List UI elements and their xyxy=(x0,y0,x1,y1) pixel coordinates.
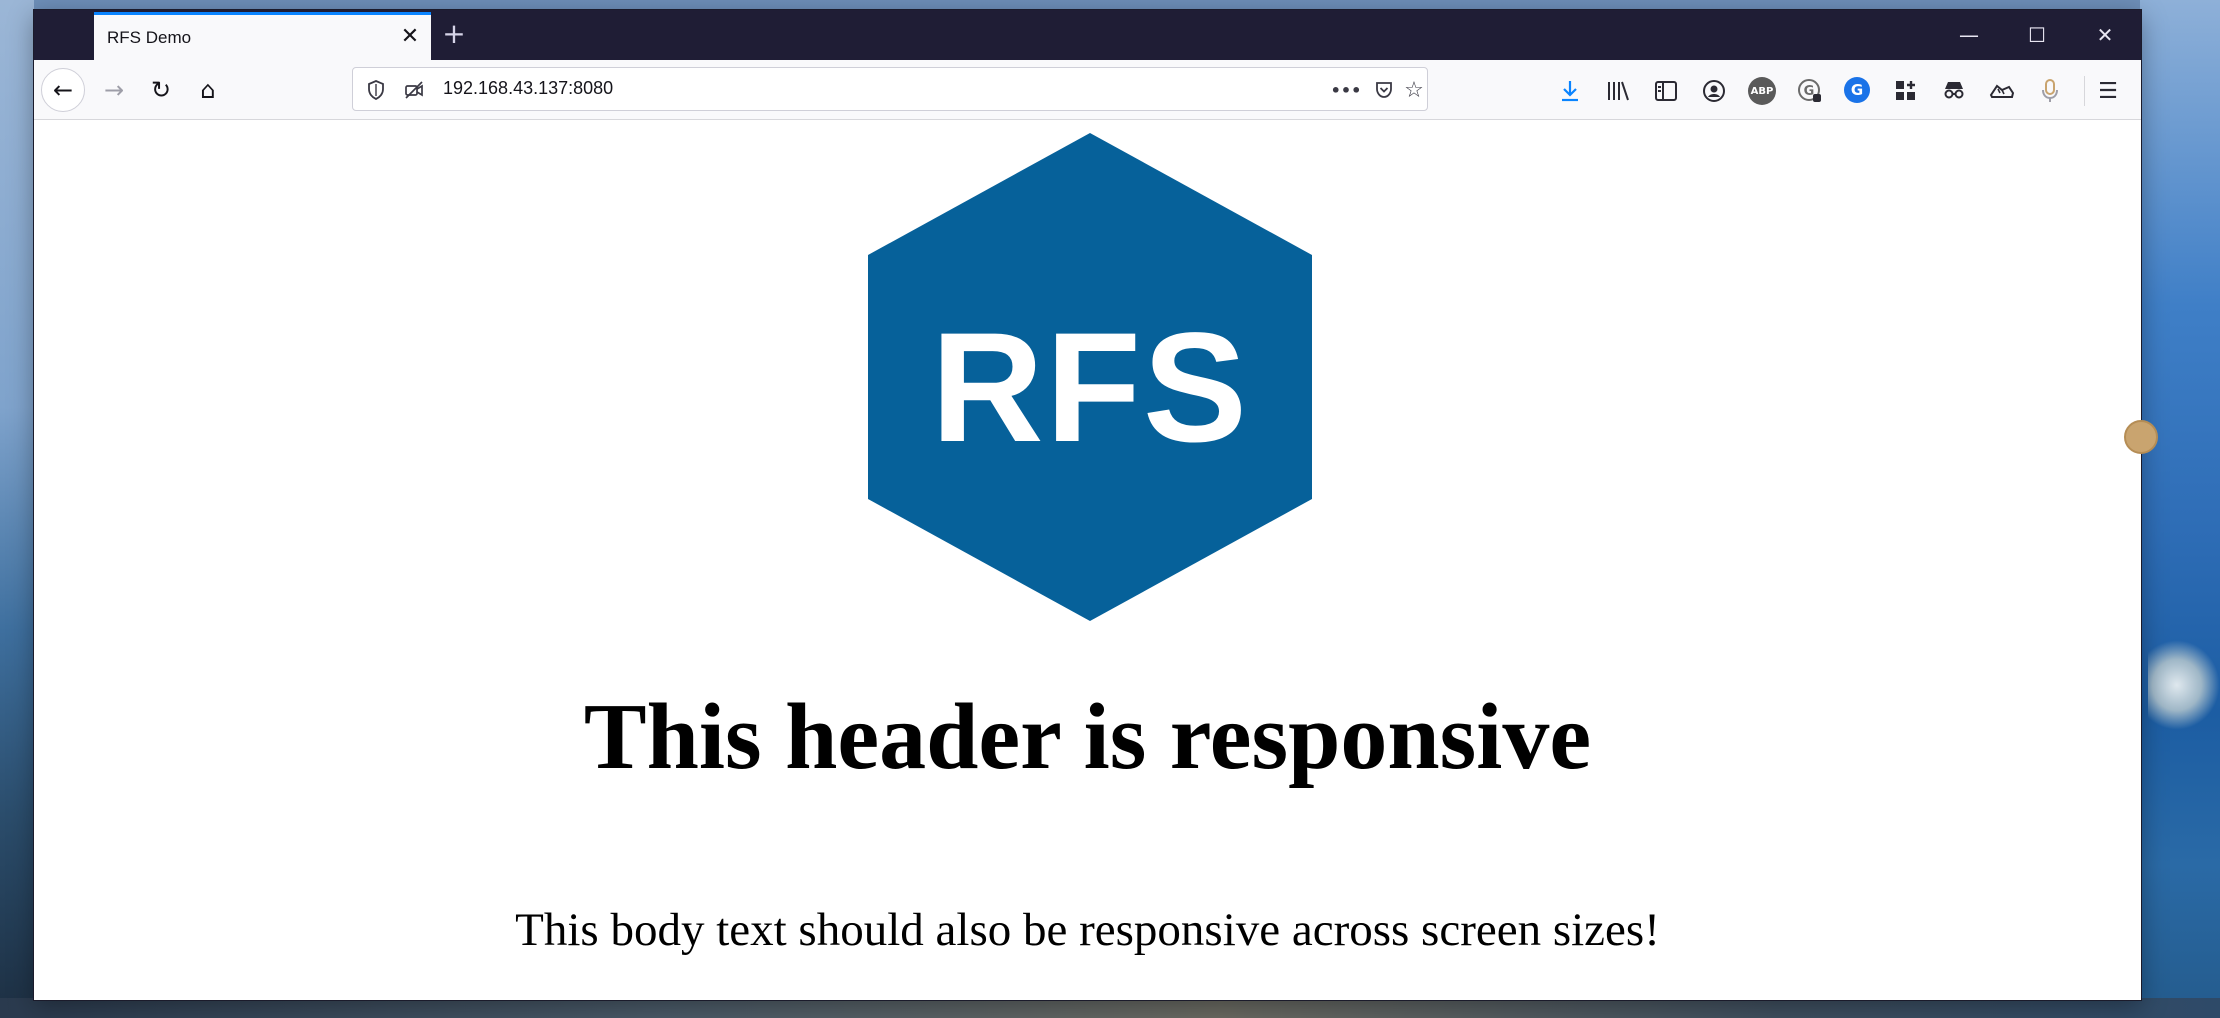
grammarly-label: G xyxy=(1850,81,1864,99)
minimize-button[interactable]: — xyxy=(1935,10,2003,60)
maximize-button[interactable]: ☐ xyxy=(2003,10,2071,60)
home-button[interactable]: ⌂ xyxy=(186,68,230,112)
arrow-right-icon: → xyxy=(103,76,125,104)
bookmark-star-icon[interactable]: ☆ xyxy=(1401,77,1427,103)
account-icon[interactable] xyxy=(1700,77,1728,105)
page-actions-icon[interactable]: ••• xyxy=(1331,77,1362,103)
tab-rfs-demo[interactable]: RFS Demo ✕ xyxy=(94,12,431,60)
desktop-background-right xyxy=(2140,0,2220,1018)
arrow-left-icon: ← xyxy=(52,76,74,104)
cursor-indicator xyxy=(2124,420,2158,454)
desktop-background-rocks xyxy=(2148,640,2220,730)
url-bar[interactable]: 192.168.43.137:8080 ••• ☆ xyxy=(352,67,1428,111)
extension-g-icon[interactable]: G xyxy=(1796,77,1824,105)
adblock-plus-icon[interactable]: ABP xyxy=(1748,77,1776,105)
close-tab-icon[interactable]: ✕ xyxy=(399,26,421,48)
camera-off-icon[interactable] xyxy=(401,77,427,103)
desktop-background-bottom xyxy=(0,998,2220,1018)
title-bar: RFS Demo ✕ + — ☐ ✕ xyxy=(34,10,2141,60)
browser-window: RFS Demo ✕ + — ☐ ✕ ← → ↻ ⌂ 192.168.43.13… xyxy=(34,10,2141,1000)
url-text[interactable]: 192.168.43.137:8080 xyxy=(443,78,613,99)
page-heading: This header is responsive xyxy=(583,685,1592,789)
back-button[interactable]: ← xyxy=(41,68,85,112)
rfs-logo: RFS xyxy=(868,133,1312,621)
forward-button[interactable]: → xyxy=(92,68,136,112)
downloads-icon[interactable] xyxy=(1556,77,1584,105)
shield-icon[interactable] xyxy=(363,77,389,103)
new-tab-button[interactable]: + xyxy=(438,18,470,50)
grammarly-icon[interactable]: G xyxy=(1844,77,1870,103)
navigation-toolbar: ← → ↻ ⌂ 192.168.43.137:8080 ••• ☆ ABP G … xyxy=(34,60,2141,120)
reload-button[interactable]: ↻ xyxy=(139,68,183,112)
svg-text:G: G xyxy=(1804,84,1815,99)
reload-icon: ↻ xyxy=(150,76,172,104)
page-body-text: This body text should also be responsive… xyxy=(515,904,1660,956)
toolbar-separator xyxy=(2084,76,2085,106)
shoe-icon[interactable] xyxy=(1988,77,2016,105)
extensions-grid-icon[interactable] xyxy=(1892,77,1920,105)
spy-icon[interactable] xyxy=(1940,77,1968,105)
sidebar-icon[interactable] xyxy=(1652,77,1680,105)
rfs-logo-text: RFS xyxy=(931,301,1249,475)
microphone-icon[interactable] xyxy=(2036,77,2064,105)
tab-title: RFS Demo xyxy=(107,28,192,47)
home-icon: ⌂ xyxy=(200,76,216,104)
library-icon[interactable] xyxy=(1604,77,1632,105)
pocket-icon[interactable] xyxy=(1371,77,1397,103)
menu-icon[interactable]: ☰ xyxy=(2094,77,2122,105)
desktop-background-left xyxy=(0,0,34,1018)
adblock-plus-label: ABP xyxy=(1750,85,1774,97)
close-window-button[interactable]: ✕ xyxy=(2071,10,2139,60)
page-content: RFS This header is responsive This body … xyxy=(34,121,2141,1000)
